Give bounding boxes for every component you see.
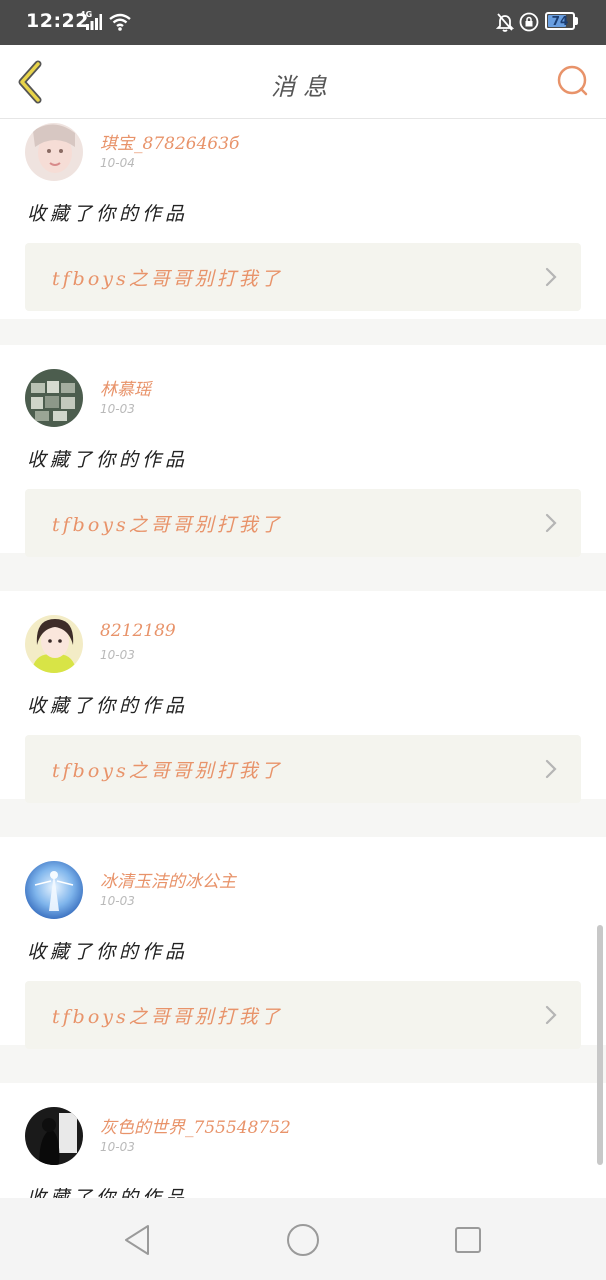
work-link[interactable]: tfboys之哥哥别打我了 xyxy=(25,981,581,1049)
bell-muted-icon xyxy=(496,13,514,32)
lock-icon xyxy=(519,12,539,32)
username[interactable]: 灰色的世界_755548752 xyxy=(100,1113,291,1138)
username[interactable]: 8212189 xyxy=(100,621,176,641)
battery-percent: 74 xyxy=(551,14,569,28)
nav-home-button[interactable] xyxy=(283,1220,323,1260)
avatar[interactable] xyxy=(25,1107,83,1165)
status-bar: 12:22 4G 74 xyxy=(0,0,606,45)
username[interactable]: 林慕瑶 xyxy=(100,375,151,400)
system-nav-bar xyxy=(0,1198,606,1280)
nav-back-button[interactable] xyxy=(118,1220,158,1260)
message-date: 10-03 xyxy=(100,894,135,908)
message-date: 10-03 xyxy=(100,402,135,416)
username[interactable]: 琪宝_87826463б xyxy=(100,129,239,154)
message-date: 10-03 xyxy=(100,1140,135,1154)
work-title: tfboys之哥哥别打我了 xyxy=(52,760,283,782)
work-link[interactable]: tfboys之哥哥别打我了 xyxy=(25,243,581,311)
search-button[interactable] xyxy=(555,63,591,99)
signal-icon xyxy=(86,14,102,30)
page-title: 消息 xyxy=(271,73,335,101)
battery-tip xyxy=(575,17,578,25)
home-circle-icon xyxy=(287,1224,319,1256)
battery-icon: 74 xyxy=(545,12,575,30)
work-title: tfboys之哥哥别打我了 xyxy=(52,514,283,536)
avatar[interactable] xyxy=(25,369,83,427)
nav-recents-button[interactable] xyxy=(448,1220,488,1260)
chevron-right-icon xyxy=(545,267,557,287)
username[interactable]: 冰清玉洁的冰公主 xyxy=(100,867,236,892)
message-card: 灰色的世界_755548752 10-03 收藏了你的作品 xyxy=(0,1083,606,1198)
message-list[interactable]: 琪宝_87826463б 10-04 收藏了你的作品 tfboys之哥哥别打我了 xyxy=(0,119,606,1198)
message-card: 8212189 10-03 收藏了你的作品 tfboys之哥哥别打我了 xyxy=(0,591,606,803)
action-text: 收藏了你的作品 xyxy=(27,941,189,963)
action-text: 收藏了你的作品 xyxy=(27,203,189,225)
app-header: 消息 xyxy=(0,45,606,119)
back-triangle-icon xyxy=(125,1225,149,1255)
message-date: 10-03 xyxy=(100,648,135,662)
message-card: 林慕瑶 10-03 收藏了你的作品 tfboys之哥哥别打我了 xyxy=(0,345,606,557)
message-card: 琪宝_87826463б 10-04 收藏了你的作品 tfboys之哥哥别打我了 xyxy=(0,119,606,319)
work-title: tfboys之哥哥别打我了 xyxy=(52,1006,283,1028)
scrollbar[interactable] xyxy=(597,925,603,1165)
action-text: 收藏了你的作品 xyxy=(27,449,189,471)
wifi-icon xyxy=(109,13,131,31)
action-text: 收藏了你的作品 xyxy=(27,695,189,717)
work-link[interactable]: tfboys之哥哥别打我了 xyxy=(25,489,581,557)
chevron-right-icon xyxy=(545,513,557,533)
work-title: tfboys之哥哥别打我了 xyxy=(52,268,283,290)
avatar[interactable] xyxy=(25,615,83,673)
action-text: 收藏了你的作品 xyxy=(27,1187,189,1198)
message-date: 10-04 xyxy=(100,156,135,170)
chevron-right-icon xyxy=(545,759,557,779)
recents-square-icon xyxy=(455,1227,481,1253)
avatar[interactable] xyxy=(25,861,83,919)
work-link[interactable]: tfboys之哥哥别打我了 xyxy=(25,735,581,803)
chevron-right-icon xyxy=(545,1005,557,1025)
avatar[interactable] xyxy=(25,123,83,181)
message-card: 冰清玉洁的冰公主 10-03 收藏了你的作品 tfboys之哥哥别打我了 xyxy=(0,837,606,1049)
